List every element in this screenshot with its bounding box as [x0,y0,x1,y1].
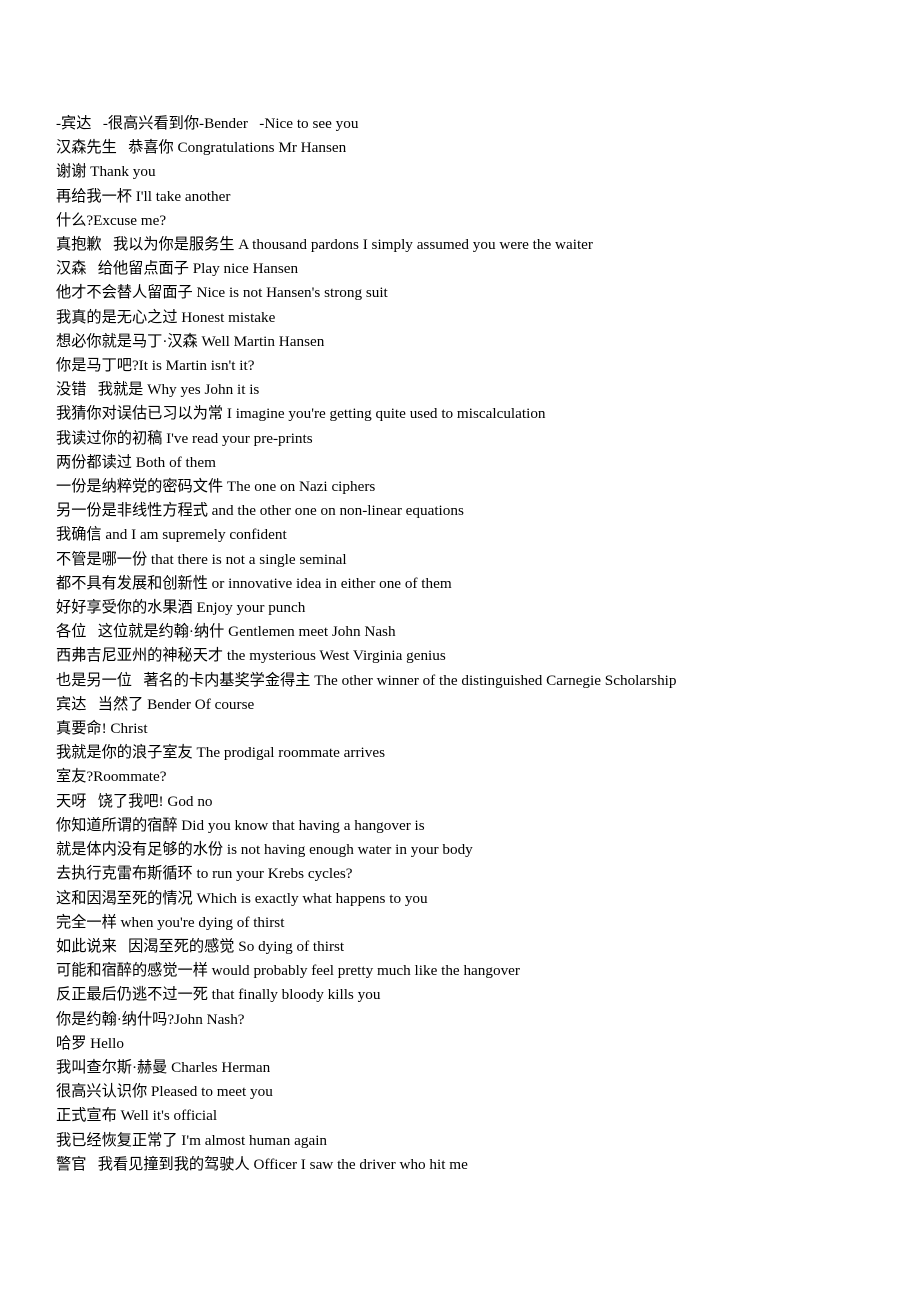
subtitle-line: 真抱歉 我以为你是服务生 A thousand pardons I simply… [56,236,593,254]
subtitle-line: 汉森先生 恭喜你 Congratulations Mr Hansen [56,139,347,157]
subtitle-line: 可能和宿醉的感觉一样 would probably feel pretty mu… [56,962,520,980]
subtitle-line: 去执行克雷布斯循环 to run your Krebs cycles? [56,865,353,883]
subtitle-line: 他才不会替人留面子 Nice is not Hansen's strong su… [56,284,388,302]
subtitle-line: 想必你就是马丁·汉森 Well Martin Hansen [56,332,325,350]
subtitle-line: 我叫查尔斯·赫曼 Charles Herman [56,1058,271,1076]
subtitle-line: 西弗吉尼亚州的神秘天才 the mysterious West Virginia… [56,647,446,665]
subtitle-line: 警官 我看见撞到我的驾驶人 Officer I saw the driver w… [56,1155,468,1173]
subtitle-line: 天呀 饶了我吧! God no [56,792,213,810]
subtitle-line: 再给我一杯 I'll take another [56,187,231,205]
subtitle-line: 各位 这位就是约翰·纳什 Gentlemen meet John Nash [56,623,396,641]
subtitle-line: 汉森 给他留点面子 Play nice Hansen [56,260,299,278]
subtitle-line: 不管是哪一份 that there is not a single semina… [56,550,347,568]
subtitle-line: 很高兴认识你 Pleased to meet you [56,1083,273,1101]
subtitle-line: 都不具有发展和创新性 or innovative idea in either … [56,574,452,592]
subtitle-line: 我确信 and I am supremely confident [56,526,287,544]
subtitle-line: -宾达 -很高兴看到你-Bender -Nice to see you [56,115,359,132]
transcript-body: -宾达 -很高兴看到你-Bender -Nice to see you 汉森先生 … [56,112,876,1177]
subtitle-line: 你是约翰·纳什吗?John Nash? [56,1010,245,1028]
subtitle-line: 如此说来 因渴至死的感觉 So dying of thirst [56,937,345,955]
subtitle-line: 一份是纳粹党的密码文件 The one on Nazi ciphers [56,478,376,496]
subtitle-line: 室友?Roommate? [56,768,167,786]
subtitle-line: 完全一样 when you're dying of thirst [56,913,285,931]
subtitle-line: 我读过你的初稿 I've read your pre-prints [56,429,313,447]
subtitle-line: 两份都读过 Both of them [56,453,216,471]
subtitle-line: 另一份是非线性方程式 and the other one on non-line… [56,502,464,520]
subtitle-line: 就是体内没有足够的水份 is not having enough water i… [56,841,473,859]
subtitle-line: 我猜你对误估已习以为常 I imagine you're getting qui… [56,405,546,423]
subtitle-line: 什么?Excuse me? [56,211,167,229]
subtitle-line: 反正最后仍逃不过一死 that finally bloody kills you [56,986,381,1004]
subtitle-line: 没错 我就是 Why yes John it is [56,381,260,399]
subtitle-line: 也是另一位 著名的卡内基奖学金得主 The other winner of th… [56,671,677,689]
subtitle-line: 我真的是无心之过 Honest mistake [56,308,276,326]
subtitle-line: 我已经恢复正常了 I'm almost human again [56,1131,328,1149]
subtitle-line: 你是马丁吧?It is Martin isn't it? [56,357,255,375]
subtitle-line: 你知道所谓的宿醉 Did you know that having a hang… [56,816,425,834]
subtitle-line: 好好享受你的水果酒 Enjoy your punch [56,599,306,617]
subtitle-line: 哈罗 Hello [56,1034,124,1052]
subtitle-line: 宾达 当然了 Bender Of course [56,695,255,713]
subtitle-line: 谢谢 Thank you [56,163,156,181]
subtitle-line: 这和因渴至死的情况 Which is exactly what happens … [56,889,428,907]
subtitle-line: 真要命! Christ [56,720,148,738]
subtitle-line: 我就是你的浪子室友 The prodigal roommate arrives [56,744,385,762]
document-page: -宾达 -很高兴看到你-Bender -Nice to see you 汉森先生 … [0,0,920,1302]
subtitle-line: 正式宣布 Well it's official [56,1107,218,1125]
